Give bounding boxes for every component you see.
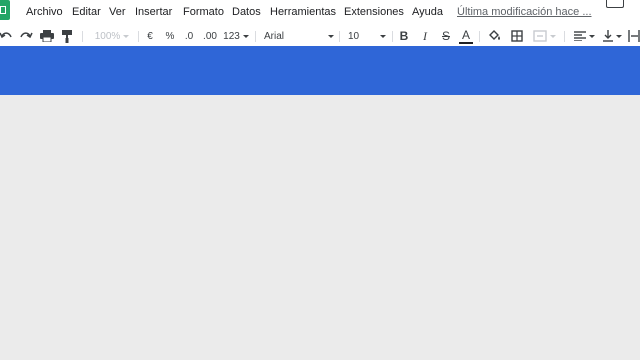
currency-button[interactable]: € [145, 26, 155, 46]
menu-ver[interactable]: Ver [109, 6, 126, 18]
menu-formato[interactable]: Formato [183, 6, 224, 18]
percent-button[interactable]: % [165, 26, 175, 46]
horizontal-align-icon[interactable] [572, 26, 596, 46]
chevron-down-icon [242, 34, 249, 38]
toolbar-divider [255, 31, 256, 42]
text-color-button[interactable]: A [459, 26, 473, 46]
menu-datos[interactable]: Datos [232, 6, 261, 18]
zoom-value: 100% [94, 30, 121, 42]
menu-archivo[interactable]: Archivo [26, 6, 63, 18]
menu-ayuda[interactable]: Ayuda [412, 6, 443, 18]
toolbar-divider [479, 31, 480, 42]
chevron-down-icon [380, 34, 386, 38]
text-color-swatch [459, 41, 473, 44]
decrease-decimals-button[interactable]: .0 [183, 26, 195, 46]
strikethrough-button[interactable]: S [440, 26, 452, 46]
chevron-down-icon [615, 34, 622, 38]
chevron-down-icon [588, 34, 595, 38]
toolbar-divider [138, 31, 139, 42]
fill-color-icon[interactable] [487, 26, 503, 46]
italic-button[interactable]: I [419, 26, 431, 46]
number-format-label: 123 [223, 30, 240, 42]
borders-icon[interactable] [510, 26, 524, 46]
sheet-area [0, 95, 640, 360]
chevron-down-icon [549, 34, 556, 38]
font-family-select[interactable]: Arial [264, 26, 334, 46]
comment-icon[interactable] [606, 0, 624, 8]
loading-banner [0, 46, 640, 95]
toolbar-divider [339, 31, 340, 42]
menu-bar: Archivo Editar Ver Insertar Formato Dato… [0, 0, 640, 26]
text-color-label: A [461, 27, 470, 42]
paint-format-icon[interactable] [61, 26, 73, 46]
toolbar: 100% € % .0 .00 123 Arial 10 B I S A [0, 26, 640, 46]
chevron-down-icon [328, 34, 334, 38]
text-wrapping-icon[interactable] [627, 26, 640, 46]
menu-extensiones[interactable]: Extensiones [344, 6, 404, 18]
font-size-select[interactable]: 10 [348, 26, 386, 46]
print-icon[interactable] [40, 26, 54, 46]
menu-insertar[interactable]: Insertar [135, 6, 172, 18]
number-format-select[interactable]: 123 [223, 26, 249, 46]
font-size-value: 10 [348, 30, 360, 42]
menu-editar[interactable]: Editar [72, 6, 101, 18]
chevron-down-icon [123, 34, 130, 38]
redo-icon[interactable] [19, 26, 33, 46]
bold-button[interactable]: B [398, 26, 410, 46]
font-family-value: Arial [264, 30, 285, 42]
last-edit-link[interactable]: Última modificación hace ... [457, 6, 592, 18]
zoom-select[interactable]: 100% [92, 26, 132, 46]
increase-decimals-button[interactable]: .00 [202, 26, 218, 46]
toolbar-divider [564, 31, 565, 42]
toolbar-divider [392, 31, 393, 42]
undo-icon[interactable] [0, 26, 12, 46]
menu-herramientas[interactable]: Herramientas [270, 6, 336, 18]
vertical-align-icon[interactable] [601, 26, 623, 46]
toolbar-divider [82, 31, 83, 42]
sheets-logo-icon[interactable] [0, 0, 10, 20]
merge-cells-icon[interactable] [531, 26, 557, 46]
